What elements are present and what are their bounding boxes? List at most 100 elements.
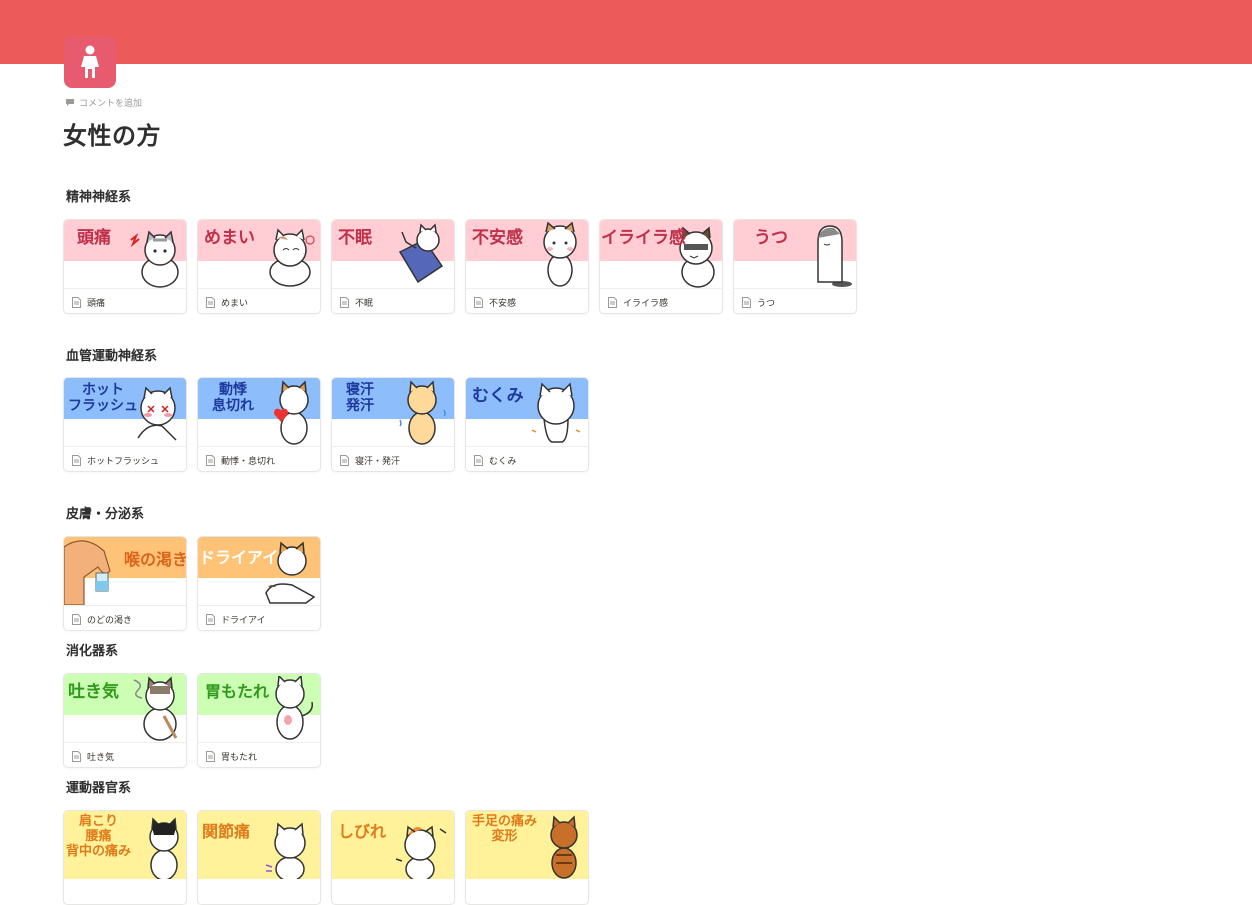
card-label: 寝汗・発汗 [355,457,401,467]
card-thumbnail: 吐き気 [64,674,186,742]
card-dizziness[interactable]: めまい めまい [197,219,321,314]
cat-illustration-icon [269,228,315,287]
cat-illustration-icon [550,815,578,879]
card-dry-eye[interactable]: ドライアイ ドライアイ [197,536,321,631]
card-stiff-shoulders[interactable]: 肩こり 腰痛 背中の痛み [63,810,187,905]
thumbnail-text: 吐き気 [68,682,119,702]
card-irritability[interactable]: イライラ感 イライラ感 [599,219,723,314]
page-doc-icon [206,614,215,625]
card-footer: ドライアイ [198,605,320,630]
page-doc-icon [72,297,81,308]
card-thumbnail: 手足の痛み 変形 [466,811,588,879]
page-doc-icon [742,297,751,308]
page-doc-icon [608,297,617,308]
section-title-musculoskeletal: 運動器官系 [66,781,132,796]
card-thumbnail: 不安感 [466,220,588,288]
thumbnail-text: 手足の痛み 変形 [472,814,538,844]
card-anxiety[interactable]: 不安感 不安感 [465,219,589,314]
card-footer: イライラ感 [600,288,722,313]
card-hot-flash[interactable]: ホット フラッシュ ホットフラッシュ [63,377,187,472]
card-headache[interactable]: 頭痛 頭痛 [63,219,187,314]
page-doc-icon [72,455,81,466]
card-numbness[interactable]: しびれ [331,810,455,905]
cat-illustration-icon [531,382,581,443]
gallery-vasomotor: ホット フラッシュ ホットフラッシュ 動悸 息切れ 動悸・息切れ 寝汗 発汗 寝… [63,377,589,472]
card-footer: 頭痛 [64,288,186,313]
card-label: うつ [757,299,776,309]
card-footer: 吐き気 [64,742,186,767]
card-thumbnail: 不眠 [332,220,454,288]
card-indigestion[interactable]: 胃もたれ 胃もたれ [197,673,321,768]
thumbnail-text: 喉の渇き [124,550,186,569]
thumbnail-text: 頭痛 [77,228,111,248]
card-thirst[interactable]: 喉の渇き のどの渇き [63,536,187,631]
card-joint-pain[interactable]: 関節痛 [197,810,321,905]
card-thumbnail: ドライアイ [198,537,320,605]
thumbnail-text: 不安感 [472,228,523,248]
page-doc-icon [474,297,483,308]
card-footer: のどの渇き [64,605,186,630]
card-thumbnail: 動悸 息切れ [198,378,320,446]
thumbnail-text: 動悸 息切れ [212,382,254,414]
card-label: 胃もたれ [221,753,258,763]
thumbnail-text: ホット フラッシュ [68,382,138,414]
thumbnail-text: うつ [754,228,788,248]
card-label: イライラ感 [623,299,669,309]
cat-illustration-icon [398,223,444,284]
gallery-musculoskeletal: 肩こり 腰痛 背中の痛み 関節痛 しびれ 手足の痛み 変形 [63,810,589,905]
cat-illustration-icon [817,225,852,287]
card-palpitations[interactable]: 動悸 息切れ 動悸・息切れ [197,377,321,472]
section-title-psychoneurological: 精神神経系 [66,190,132,205]
section-title-digestive: 消化器系 [66,644,119,659]
thumbnail-text: ドライアイ [199,548,279,567]
thumbnail-text: 関節痛 [202,822,251,841]
cat-illustration-icon [133,676,178,741]
card-footer: 不眠 [332,288,454,313]
card-label: 不安感 [489,299,517,309]
card-swelling[interactable]: むくみ むくみ [465,377,589,472]
section-title-skin-secretion: 皮膚・分泌系 [66,507,145,522]
thumbnail-text: むくみ [472,386,524,406]
thumbnail-text: しびれ [338,822,387,841]
add-comment-button[interactable]: コメントを追加 [65,96,142,109]
page-title: 女性の方 [63,122,161,150]
card-footer: 動悸・息切れ [198,446,320,471]
card-footer: めまい [198,288,320,313]
section-title-vasomotor: 血管運動神経系 [66,349,158,364]
page-icon[interactable] [64,36,116,88]
page-doc-icon [72,751,81,762]
card-limb-pain-deformity[interactable]: 手足の痛み 変形 [465,810,589,905]
card-label: 動悸・息切れ [221,457,276,467]
card-depression[interactable]: うつ うつ [733,219,857,314]
card-label: むくみ [489,457,517,467]
thumbnail-text: イライラ感 [601,228,686,248]
card-nausea[interactable]: 吐き気 吐き気 [63,673,187,768]
card-footer: 寝汗・発汗 [332,446,454,471]
cat-illustration-icon [395,825,447,879]
card-footer: 胃もたれ [198,742,320,767]
comment-icon [66,99,74,106]
card-thumbnail: 頭痛 [64,220,186,288]
page-doc-icon [340,455,349,466]
card-footer: むくみ [466,446,588,471]
card-thumbnail: めまい [198,220,320,288]
cat-illustration-icon [274,380,309,445]
card-thumbnail: 関節痛 [198,811,320,879]
card-thumbnail: 肩こり 腰痛 背中の痛み [64,811,186,879]
card-thumbnail: うつ [734,220,856,288]
card-thumbnail: 胃もたれ [198,674,320,742]
page-doc-icon [72,614,81,625]
cat-illustration-icon [265,822,306,879]
cat-illustration-icon [543,222,577,287]
cat-illustration-icon [399,380,446,445]
gallery-digestive: 吐き気 吐き気 胃もたれ 胃もたれ [63,673,321,768]
page-doc-icon [206,455,215,466]
woman-icon [81,45,99,78]
card-insomnia[interactable]: 不眠 不眠 [331,219,455,314]
card-footer: 不安感 [466,288,588,313]
cat-illustration-icon [275,676,314,740]
card-footer: うつ [734,288,856,313]
page-doc-icon [340,297,349,308]
card-night-sweats[interactable]: 寝汗 発汗 寝汗・発汗 [331,377,455,472]
card-thumbnail: ホット フラッシュ [64,378,186,446]
